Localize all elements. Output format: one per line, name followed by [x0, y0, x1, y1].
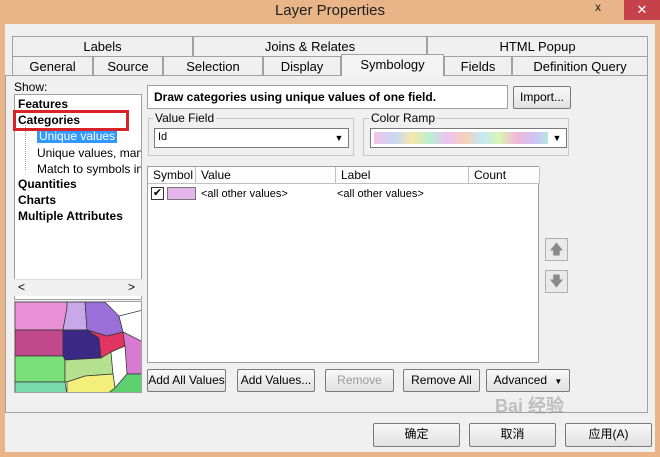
color-ramp-select[interactable]: ▼: [370, 128, 567, 148]
watermark-logo: Bai 经验: [495, 396, 565, 416]
apply-button[interactable]: 应用(A): [565, 423, 652, 447]
row-checkbox[interactable]: ✔: [151, 187, 164, 200]
value-field-label: Value Field: [153, 111, 217, 125]
tab-display[interactable]: Display: [263, 56, 341, 77]
remove-all-button[interactable]: Remove All: [403, 369, 480, 392]
row-value: <all other values>: [201, 188, 288, 200]
color-ramp-label: Color Ramp: [369, 111, 438, 125]
scroll-left-icon[interactable]: <: [18, 280, 25, 294]
row-label: <all other values>: [337, 188, 424, 200]
value-field-select[interactable]: Id ▼: [154, 128, 349, 148]
cancel-button[interactable]: 取消: [469, 423, 556, 447]
chevron-down-icon[interactable]: ▼: [331, 130, 347, 146]
highlight-box: [13, 110, 129, 131]
tab-general[interactable]: General: [12, 56, 93, 77]
tree-unique-values-many[interactable]: Unique values, many f: [37, 146, 141, 160]
remove-button[interactable]: Remove: [325, 369, 394, 392]
chevron-down-icon[interactable]: ▼: [549, 130, 565, 146]
map-preview-image: [15, 302, 141, 392]
scroll-right-icon[interactable]: >: [128, 280, 135, 294]
close-icon[interactable]: x: [588, 0, 608, 14]
description-text: Draw categories using unique values of o…: [147, 85, 508, 109]
move-down-button[interactable]: 🡇: [545, 270, 568, 293]
table-row[interactable]: ✔ <all other values> <all other values>: [148, 184, 538, 204]
tab-html-popup[interactable]: HTML Popup: [427, 36, 648, 57]
tab-fields[interactable]: Fields: [444, 56, 512, 77]
tab-symbology[interactable]: Symbology: [341, 54, 444, 76]
tab-labels[interactable]: Labels: [12, 36, 193, 57]
tree-unique-values[interactable]: Unique values: [37, 129, 118, 143]
tree-match-symbols[interactable]: Match to symbols in a: [37, 162, 141, 176]
advanced-label: Advanced: [493, 373, 548, 387]
ok-button[interactable]: 确定: [373, 423, 460, 447]
add-all-values-button[interactable]: Add All Values: [147, 369, 226, 392]
tree-quantities[interactable]: Quantities: [18, 177, 77, 191]
tree-charts[interactable]: Charts: [18, 193, 56, 207]
advanced-button[interactable]: Advanced ▼: [486, 369, 570, 392]
tree-connector: [25, 125, 26, 170]
tab-selection[interactable]: Selection: [163, 56, 263, 77]
tree-multiple-attributes[interactable]: Multiple Attributes: [18, 209, 123, 223]
col-header-symbol[interactable]: Symbol: [148, 167, 196, 184]
values-table[interactable]: Symbol Value Label Count ✔ <all other va…: [147, 166, 540, 363]
chevron-down-icon: ▼: [554, 377, 563, 386]
tab-definition-query[interactable]: Definition Query: [512, 56, 648, 77]
add-values-button[interactable]: Add Values...: [237, 369, 315, 392]
window-title: Layer Properties: [274, 2, 386, 19]
col-header-value[interactable]: Value: [196, 167, 336, 184]
col-header-label[interactable]: Label: [336, 167, 469, 184]
color-ramp-swatch: [374, 132, 548, 144]
import-button[interactable]: Import...: [513, 86, 571, 109]
value-field-value: Id: [158, 131, 168, 143]
symbol-swatch[interactable]: [167, 187, 196, 200]
tree-features[interactable]: Features: [18, 97, 68, 111]
col-header-count[interactable]: Count: [469, 167, 540, 184]
move-up-button[interactable]: 🡅: [545, 238, 568, 261]
window-close-button[interactable]: ✕: [624, 0, 660, 20]
tree-h-scrollbar[interactable]: < >: [14, 279, 142, 296]
preview-map: [14, 301, 142, 393]
show-label: Show:: [14, 80, 48, 94]
tab-source[interactable]: Source: [93, 56, 163, 77]
